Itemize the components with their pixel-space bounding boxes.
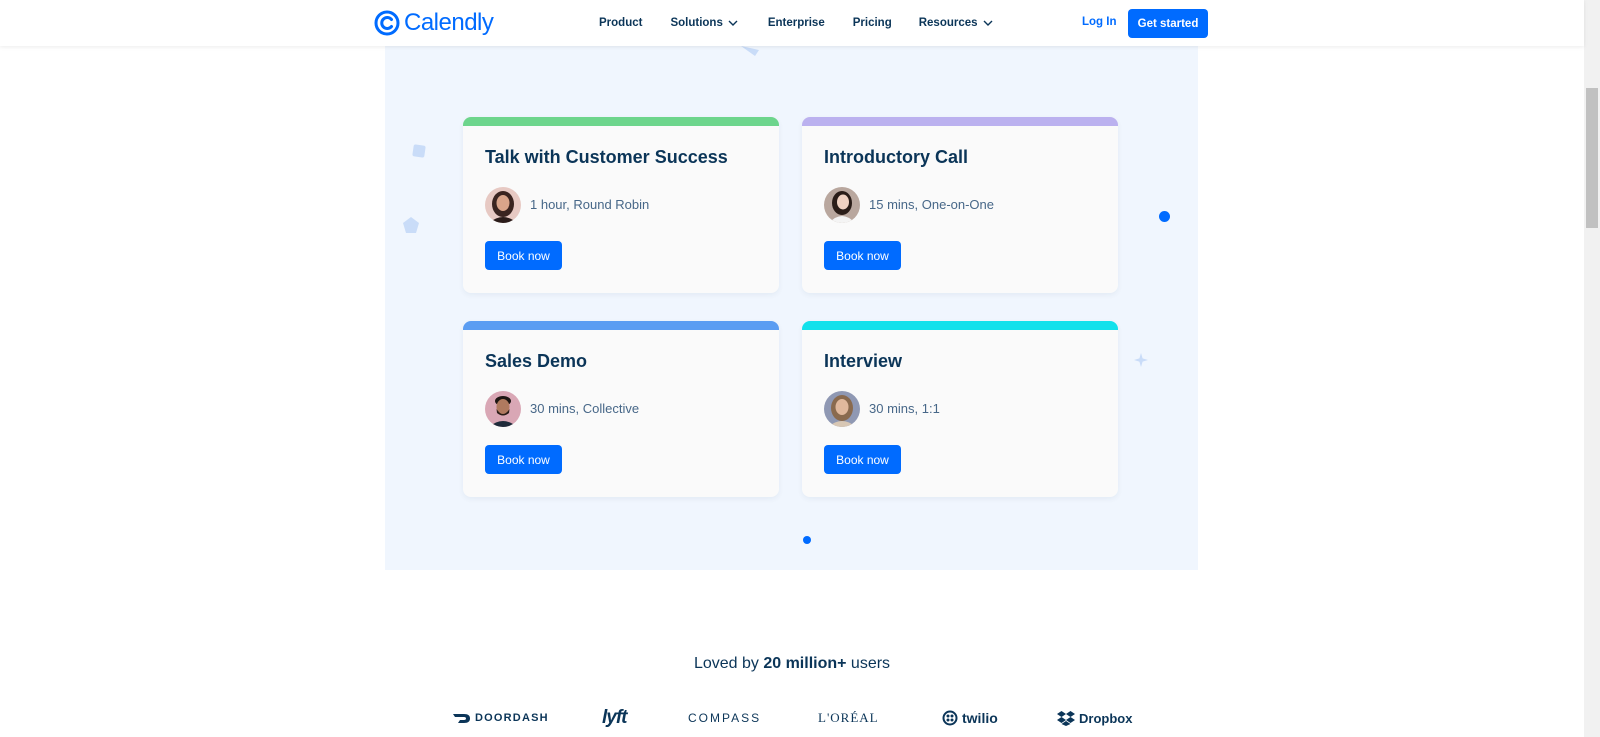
decorative-pentagon-icon [403, 217, 419, 233]
nav-enterprise[interactable]: Enterprise [768, 17, 825, 29]
nav-enterprise-label: Enterprise [767, 17, 825, 29]
avatar [824, 391, 860, 427]
brand-compass: COMPASS [688, 708, 761, 728]
carousel-side-dot [1159, 211, 1170, 222]
logo-text: Calendly [404, 9, 494, 36]
book-now-button[interactable]: Book now [485, 241, 562, 270]
avatar [485, 391, 521, 427]
brand-dropbox-text: Dropbox [1079, 710, 1133, 726]
card-meta: 15 mins, One-on-One [869, 197, 995, 212]
carousel-pagination-dot[interactable] [803, 536, 811, 544]
card-title: Sales Demo [485, 351, 588, 371]
event-card-customer-success: Talk with Customer Success 1 hour, Round… [463, 117, 779, 293]
decorative-star-icon [1134, 353, 1148, 367]
avatar-woman-icon [824, 187, 860, 223]
brand-lyft-text: lyft [602, 707, 627, 728]
chevron-down-icon [983, 20, 993, 26]
event-card-interview: Interview 30 mins, 1:1 Book now [802, 321, 1118, 497]
nav-product-label: Product [599, 17, 643, 29]
brand-doordash-text: DOORDASH [475, 712, 549, 724]
card-meta: 30 mins, Collective [530, 401, 640, 416]
calendly-logo-icon [374, 10, 400, 36]
avatar [824, 187, 860, 223]
card-title: Interview [824, 351, 903, 371]
brand-dropbox: Dropbox [1057, 708, 1132, 728]
nav-pricing-label: Pricing [852, 17, 892, 29]
event-card-introductory-call: Introductory Call 15 mins, One-on-One Bo… [802, 117, 1118, 293]
avatar [485, 187, 521, 223]
card-meta: 1 hour, Round Robin [530, 197, 650, 212]
nav-solutions[interactable]: Solutions [670, 17, 738, 29]
brand-twilio: twilio [942, 708, 998, 728]
decorative-shape-icon [741, 46, 759, 56]
nav-product[interactable]: Product [599, 17, 642, 29]
card-accent-bar [802, 321, 1118, 330]
card-accent-bar [463, 321, 779, 330]
card-accent-bar [463, 117, 779, 126]
nav-pricing[interactable]: Pricing [853, 17, 892, 29]
social-proof-heading: Loved by 20 million+ users [0, 655, 1584, 673]
card-accent-bar [802, 117, 1118, 126]
nav-solutions-label: Solutions [670, 17, 723, 29]
nav-resources[interactable]: Resources [919, 17, 993, 29]
book-now-button[interactable]: Book now [824, 241, 901, 270]
chevron-down-icon [728, 20, 738, 26]
card-meta: 30 mins, 1:1 [869, 401, 940, 416]
avatar-woman-icon [824, 391, 860, 427]
brand-lyft: lyft [602, 707, 627, 728]
book-now-button[interactable]: Book now [485, 445, 562, 474]
card-title: Introductory Call [824, 147, 969, 167]
booking-showcase-panel: Talk with Customer Success 1 hour, Round… [385, 46, 1198, 570]
brand-loreal: L'ORÉAL [818, 708, 879, 728]
nav-resources-label: Resources [918, 17, 978, 29]
customer-logos: DOORDASH lyft COMPASS L'ORÉAL twilio Dro… [0, 707, 1584, 732]
decorative-square-icon [412, 144, 426, 158]
get-started-button[interactable]: Get started [1128, 9, 1208, 38]
brand-compass-text: COMPASS [688, 711, 762, 725]
social-proof-prefix: Loved by [693, 655, 764, 672]
card-title: Talk with Customer Success [485, 147, 728, 167]
main-nav: Product Solutions Enterprise Pricing Res… [599, 0, 993, 46]
social-proof-highlight: 20 million+ [763, 655, 847, 672]
brand-twilio-text: twilio [962, 710, 998, 726]
avatar-man-icon [485, 391, 521, 427]
social-proof-suffix: users [846, 655, 891, 672]
page-scrollbar-thumb[interactable] [1586, 88, 1598, 228]
brand-loreal-text: L'ORÉAL [818, 710, 879, 725]
doordash-logo-icon [453, 714, 470, 723]
twilio-logo-icon [942, 710, 958, 726]
calendly-logo[interactable]: Calendly [374, 9, 494, 37]
book-now-button[interactable]: Book now [824, 445, 901, 474]
login-link[interactable]: Log In [1082, 16, 1117, 28]
dropbox-logo-icon [1057, 710, 1075, 726]
event-card-sales-demo: Sales Demo 30 mins, Collective Book now [463, 321, 779, 497]
avatar-woman-icon [485, 187, 521, 223]
brand-doordash: DOORDASH [453, 708, 549, 728]
site-header: Calendly Product Solutions Enterprise Pr… [0, 0, 1584, 46]
